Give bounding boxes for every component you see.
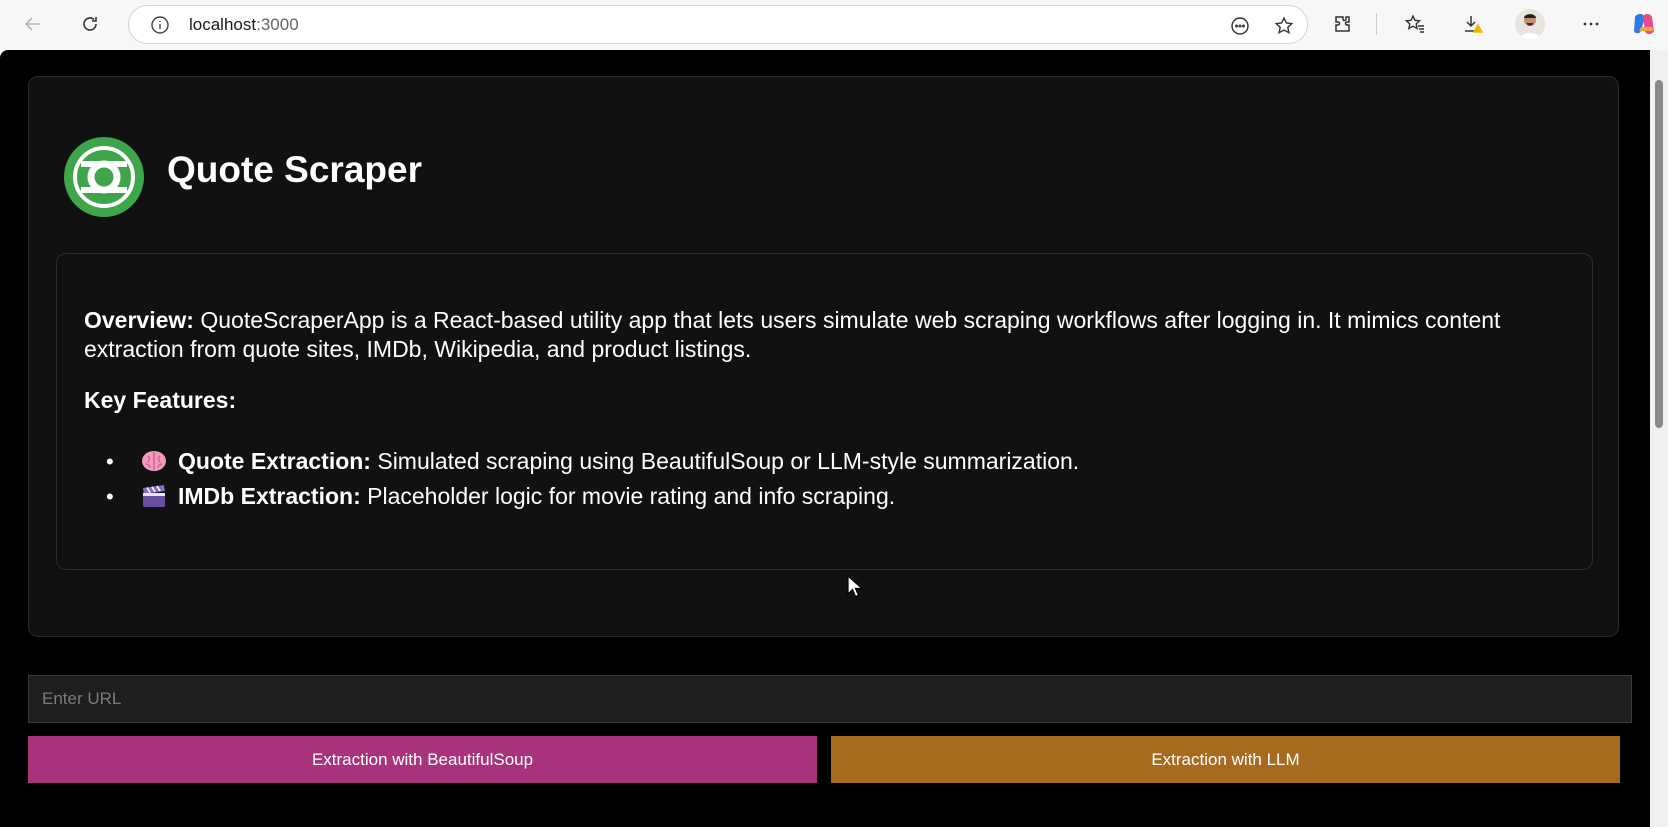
feature-text: Simulated scraping using BeautifulSoup o…: [370, 448, 1080, 474]
profile-avatar[interactable]: [1515, 9, 1545, 39]
url-text[interactable]: localhost:3000: [189, 15, 299, 35]
favorites-icon[interactable]: [1399, 8, 1431, 40]
app-header-card: Quote Scraper Overview: QuoteScraperApp …: [28, 76, 1619, 637]
list-item: IMDb Extraction: Placeholder logic for m…: [106, 479, 1079, 514]
extraction-llm-button[interactable]: Extraction with LLM: [831, 736, 1620, 783]
features-list: Quote Extraction: Simulated scraping usi…: [106, 444, 1080, 514]
vertical-scrollbar[interactable]: [1650, 50, 1668, 827]
more-options-icon[interactable]: [1575, 8, 1607, 40]
extraction-beautifulsoup-button[interactable]: Extraction with BeautifulSoup: [28, 736, 817, 783]
key-features-heading: Key Features:: [84, 387, 237, 413]
toolbar-divider: [1376, 13, 1377, 35]
browser-toolbar: localhost:3000: [0, 0, 1668, 50]
page-viewport: Quote Scraper Overview: QuoteScraperApp …: [0, 50, 1668, 827]
url-port: :3000: [256, 14, 299, 34]
overview-paragraph: Overview: QuoteScraperApp is a React-bas…: [84, 306, 1564, 364]
favorite-star-icon[interactable]: [1271, 13, 1297, 39]
mouse-cursor-icon: [847, 575, 863, 598]
back-icon[interactable]: [17, 8, 49, 40]
feature-label: Quote Extraction:: [178, 448, 371, 474]
overview-label: Overview:: [84, 307, 194, 333]
reading-mode-icon[interactable]: [1227, 13, 1253, 39]
list-item: Quote Extraction: Simulated scraping usi…: [106, 444, 1080, 479]
url-host: localhost: [189, 14, 257, 34]
overview-panel: Overview: QuoteScraperApp is a React-bas…: [56, 253, 1593, 570]
brain-icon: [140, 448, 168, 472]
green-lantern-logo-icon: [64, 137, 144, 217]
address-bar[interactable]: localhost:3000: [128, 5, 1308, 44]
page-title: Quote Scraper: [167, 149, 422, 190]
clapper-board-icon: [140, 483, 168, 507]
url-input[interactable]: [28, 675, 1632, 723]
site-info-icon[interactable]: [149, 14, 171, 36]
scrollbar-thumb[interactable]: [1655, 80, 1663, 428]
copilot-icon[interactable]: [1629, 9, 1659, 39]
overview-text: QuoteScraperApp is a React-based utility…: [84, 307, 1501, 362]
feature-label: IMDb Extraction:: [178, 483, 361, 509]
extensions-icon[interactable]: [1326, 8, 1358, 40]
feature-text: Placeholder logic for movie rating and i…: [360, 483, 896, 509]
refresh-icon[interactable]: [74, 8, 106, 40]
downloads-warning-icon[interactable]: [1457, 8, 1489, 40]
